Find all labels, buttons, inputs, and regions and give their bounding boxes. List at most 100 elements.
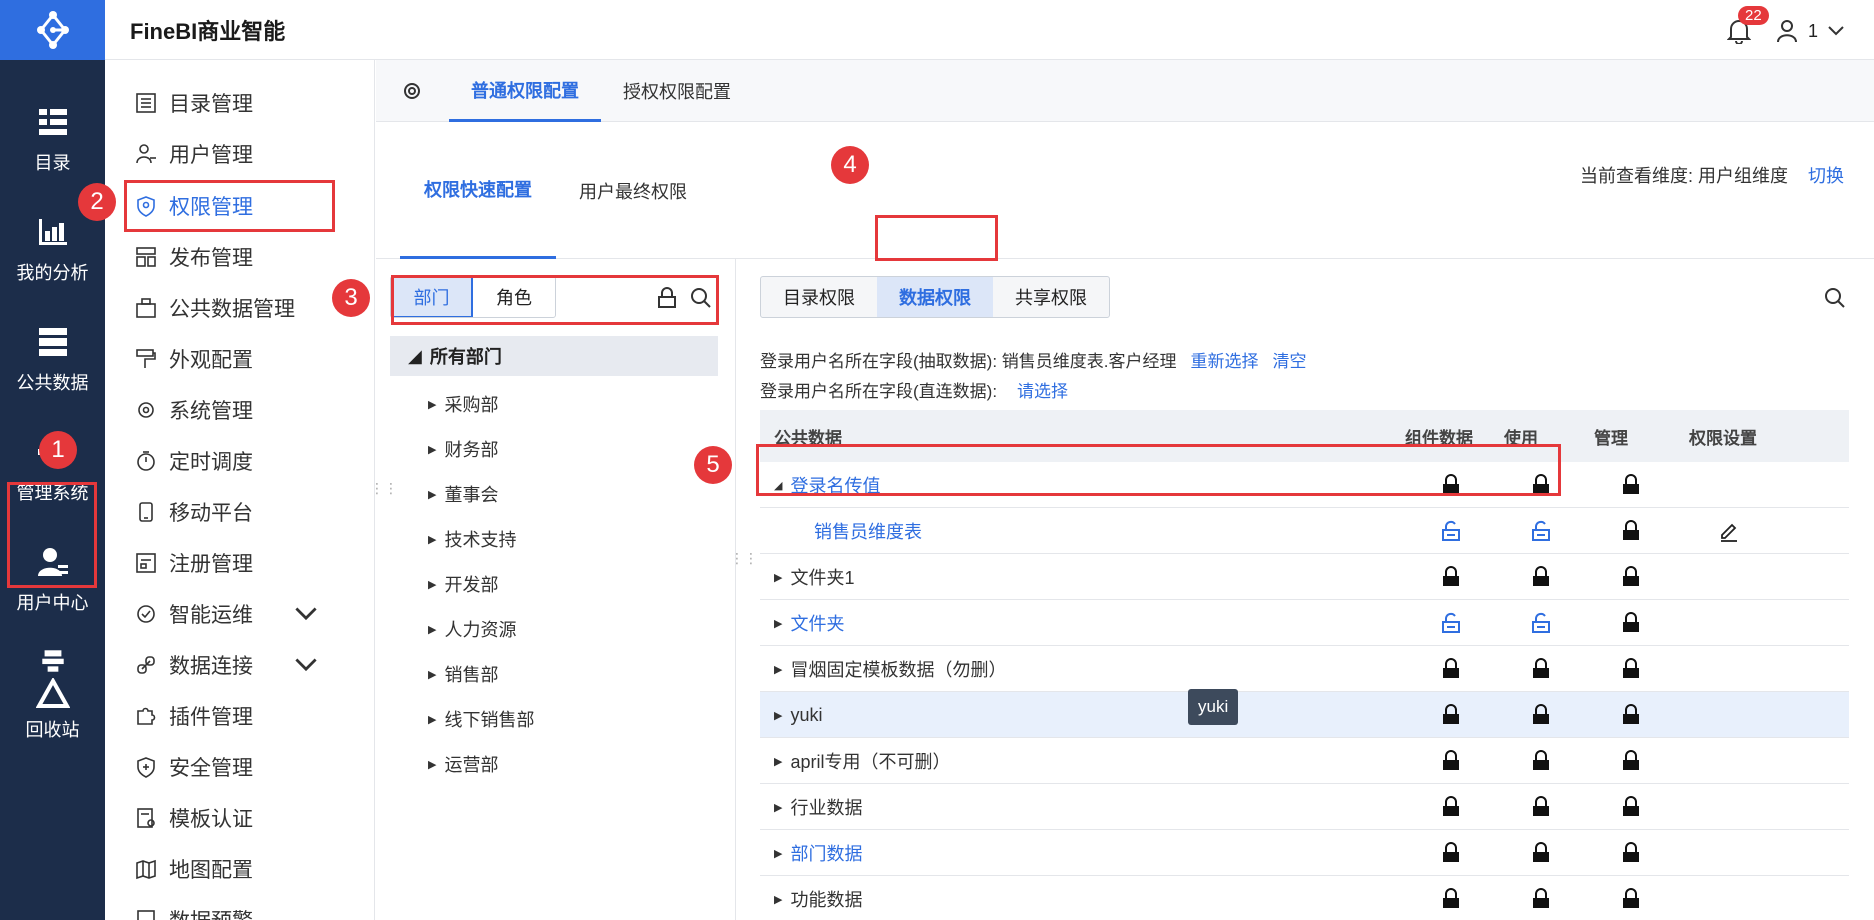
- lock-icon[interactable]: [1440, 646, 1462, 692]
- tab-quick-config[interactable]: 权限快速配置: [400, 122, 556, 259]
- menu-mobile-platform[interactable]: 移动平台: [135, 493, 253, 531]
- tree-item[interactable]: ▶ 销售部: [428, 661, 498, 687]
- lock-icon[interactable]: [1440, 784, 1462, 830]
- tree-item[interactable]: ▶ 董事会: [428, 481, 498, 507]
- tree-item[interactable]: ▶ 线下销售部: [428, 706, 534, 732]
- tree-item[interactable]: ▶ 开发部: [428, 571, 498, 597]
- toggle-role[interactable]: 角色: [473, 277, 555, 317]
- menu-data-alert[interactable]: 数据预警: [135, 901, 253, 920]
- caret-right-icon[interactable]: ▶: [774, 663, 782, 676]
- search-icon[interactable]: [690, 287, 712, 309]
- tree-item[interactable]: ▶ 财务部: [428, 436, 498, 462]
- tree-item[interactable]: ▶ 采购部: [428, 391, 498, 417]
- caret-right-icon[interactable]: ▶: [774, 755, 782, 768]
- lock-icon[interactable]: [1620, 508, 1642, 554]
- lock-icon[interactable]: [1620, 554, 1642, 600]
- resize-handle[interactable]: ⋮⋮: [370, 480, 398, 497]
- toggle-department[interactable]: 部门: [391, 277, 473, 317]
- clear-link[interactable]: 清空: [1273, 347, 1307, 372]
- unlock-icon[interactable]: [1530, 508, 1552, 554]
- lock-icon[interactable]: [1620, 462, 1642, 508]
- lock-icon[interactable]: [1440, 462, 1462, 508]
- caret-right-icon[interactable]: ▶: [774, 893, 782, 906]
- table-row[interactable]: ▶ 功能数据: [760, 876, 1849, 920]
- lock-filter-icon[interactable]: [656, 287, 678, 309]
- lock-icon[interactable]: [1440, 692, 1462, 738]
- lock-icon[interactable]: [1620, 600, 1642, 646]
- caret-down-icon[interactable]: ◢: [774, 479, 782, 492]
- tree-item[interactable]: ▶ 技术支持: [428, 526, 516, 552]
- notification-button[interactable]: 22: [1722, 6, 1769, 48]
- subtab-data-permission[interactable]: 数据权限: [877, 277, 993, 317]
- tree-item[interactable]: ▶ 人力资源: [428, 616, 516, 642]
- lock-icon[interactable]: [1530, 830, 1552, 876]
- tree-root-all-departments[interactable]: ◢ 所有部门: [390, 336, 718, 376]
- subtab-catalog-permission[interactable]: 目录权限: [761, 277, 877, 317]
- menu-data-connection[interactable]: 数据连接: [135, 646, 345, 684]
- menu-registration-management[interactable]: 注册管理: [135, 544, 253, 582]
- menu-map-config[interactable]: 地图配置: [135, 850, 253, 888]
- settings-icon[interactable]: [401, 80, 423, 102]
- nav-catalog[interactable]: 目录: [0, 85, 105, 195]
- lock-icon[interactable]: [1530, 738, 1552, 784]
- search-icon[interactable]: [1824, 287, 1846, 309]
- lock-icon[interactable]: [1530, 462, 1552, 508]
- lock-icon[interactable]: [1530, 876, 1552, 920]
- table-row[interactable]: ▶ april专用（不可删）: [760, 738, 1849, 784]
- lock-icon[interactable]: [1440, 738, 1462, 784]
- table-row[interactable]: ▶ 行业数据: [760, 784, 1849, 830]
- menu-security-management[interactable]: 安全管理: [135, 748, 253, 786]
- lock-icon[interactable]: [1440, 830, 1462, 876]
- lock-icon[interactable]: [1530, 646, 1552, 692]
- table-row[interactable]: ▶ yuki: [760, 692, 1849, 738]
- menu-system-management[interactable]: 系统管理: [135, 391, 253, 429]
- table-row[interactable]: ▶ 文件夹1: [760, 554, 1849, 600]
- lock-icon[interactable]: [1530, 554, 1552, 600]
- lock-icon[interactable]: [1620, 784, 1642, 830]
- nav-recycle-bin[interactable]: 回收站: [0, 640, 105, 750]
- switch-dimension-link[interactable]: 切换: [1808, 162, 1844, 188]
- lock-icon[interactable]: [1620, 876, 1642, 920]
- edit-icon[interactable]: [1718, 508, 1740, 554]
- lock-icon[interactable]: [1620, 738, 1642, 784]
- lock-icon[interactable]: [1440, 876, 1462, 920]
- subtab-share-permission[interactable]: 共享权限: [993, 277, 1109, 317]
- nav-public-data[interactable]: 公共数据: [0, 305, 105, 415]
- tab-grant-permission[interactable]: 授权权限配置: [623, 60, 731, 122]
- menu-template-certification[interactable]: 模板认证: [135, 799, 253, 837]
- table-row[interactable]: ◢ 登录名传值: [760, 462, 1849, 508]
- caret-right-icon[interactable]: ▶: [774, 847, 782, 860]
- caret-right-icon[interactable]: ▶: [774, 801, 782, 814]
- menu-permission-management[interactable]: 权限管理: [135, 187, 253, 225]
- select-link[interactable]: 请选择: [1017, 377, 1068, 402]
- lock-icon[interactable]: [1530, 692, 1552, 738]
- logo[interactable]: [0, 0, 105, 60]
- tree-item[interactable]: ▶ 运营部: [428, 751, 498, 777]
- tab-final-permission[interactable]: 用户最终权限: [579, 122, 687, 259]
- lock-icon[interactable]: [1530, 784, 1552, 830]
- menu-appearance-config[interactable]: 外观配置: [135, 340, 253, 378]
- user-menu[interactable]: 1: [1776, 19, 1844, 43]
- caret-right-icon[interactable]: ▶: [774, 709, 782, 722]
- lock-icon[interactable]: [1620, 830, 1642, 876]
- table-row[interactable]: ▶ 冒烟固定模板数据（勿删）: [760, 646, 1849, 692]
- unlock-icon[interactable]: [1440, 600, 1462, 646]
- lock-icon[interactable]: [1440, 554, 1462, 600]
- menu-user-management[interactable]: 用户管理: [135, 135, 253, 173]
- nav-user-center[interactable]: 用户中心: [0, 525, 105, 635]
- menu-smart-ops[interactable]: 智能运维: [135, 595, 345, 633]
- caret-right-icon[interactable]: ▶: [774, 571, 782, 584]
- reselect-link[interactable]: 重新选择: [1191, 347, 1259, 372]
- lock-icon[interactable]: [1620, 692, 1642, 738]
- unlock-icon[interactable]: [1530, 600, 1552, 646]
- table-row[interactable]: ▶ 文件夹: [760, 600, 1849, 646]
- menu-scheduled-tasks[interactable]: 定时调度: [135, 442, 253, 480]
- unlock-icon[interactable]: [1440, 508, 1462, 554]
- tab-normal-permission[interactable]: 普通权限配置: [449, 60, 601, 122]
- menu-publish-management[interactable]: 发布管理: [135, 238, 253, 276]
- table-row[interactable]: ▶ 部门数据: [760, 830, 1849, 876]
- caret-right-icon[interactable]: ▶: [774, 617, 782, 630]
- menu-catalog-management[interactable]: 目录管理: [135, 84, 253, 122]
- menu-plugin-management[interactable]: 插件管理: [135, 697, 253, 735]
- lock-icon[interactable]: [1620, 646, 1642, 692]
